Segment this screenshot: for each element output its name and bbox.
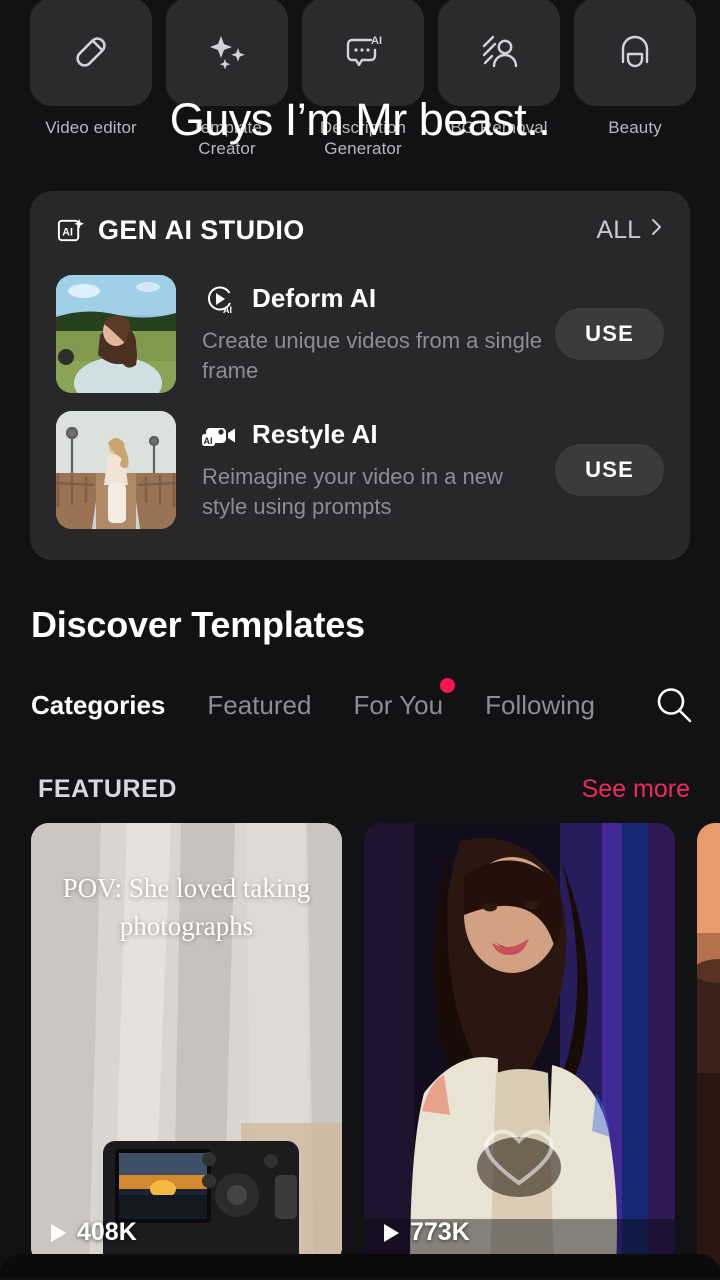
gen-ai-item-restyle[interactable]: AI Restyle AI Reimagine your video in a … (56, 402, 664, 538)
pencil-icon (67, 28, 115, 76)
gen-ai-studio-header: AI GEN AI STUDIO ALL (56, 215, 664, 246)
featured-section-label: FEATURED (38, 775, 178, 803)
tool-tile[interactable] (166, 0, 288, 106)
play-icon (384, 1223, 399, 1242)
play-count-label: 773K (410, 1218, 470, 1246)
tool-bg-removal[interactable]: BG Removal (438, 0, 560, 159)
tab-categories[interactable]: Categories (31, 690, 207, 721)
tab-label: Categories (31, 689, 166, 720)
search-icon[interactable] (652, 683, 696, 727)
tool-tile[interactable] (30, 0, 152, 106)
tool-tile[interactable]: AI (302, 0, 424, 106)
tool-label: Beauty (608, 118, 662, 137)
card-play-count: 773K (384, 1218, 470, 1247)
ai-item-info: AI Restyle AI Reimagine your video in a … (176, 419, 555, 522)
person-bg-removal-icon (475, 28, 523, 76)
face-beauty-icon (611, 28, 659, 76)
svg-text:AI: AI (62, 226, 73, 238)
tab-label: Featured (207, 689, 312, 720)
tool-description-generator[interactable]: AI Description Generator (302, 0, 424, 159)
chat-ai-icon: AI (339, 28, 387, 76)
template-card[interactable]: POV: She loved taking photographs 408K (31, 823, 342, 1265)
tool-tile[interactable] (574, 0, 696, 106)
ai-item-description: Reimagine your video in a new style usin… (202, 463, 503, 519)
tab-for-you[interactable]: For You (353, 677, 485, 721)
tool-label: Template Creator (192, 118, 262, 158)
tool-label: BG Removal (450, 118, 548, 137)
card-play-count: 408K (51, 1218, 137, 1247)
use-button-deform[interactable]: USE (555, 308, 664, 360)
see-more-link[interactable]: See more (582, 775, 690, 804)
video-ai-icon: AI (202, 419, 238, 451)
ai-thumbnail[interactable] (56, 411, 176, 529)
discover-templates-title: Discover Templates (31, 604, 365, 645)
tab-featured[interactable]: Featured (207, 690, 353, 721)
discover-tabs: Categories Featured For You Following (0, 677, 720, 727)
ai-badge-icon: AI (56, 216, 85, 245)
tool-video-editor[interactable]: Video editor (30, 0, 152, 159)
tab-following[interactable]: Following (485, 690, 637, 721)
all-label: ALL (596, 216, 641, 244)
tool-tile[interactable] (438, 0, 560, 106)
tab-label: Following (485, 689, 595, 720)
bottom-nav-bar[interactable] (0, 1254, 720, 1278)
use-button-restyle[interactable]: USE (555, 444, 664, 496)
tab-label: For You (353, 689, 444, 720)
notification-dot (440, 677, 456, 693)
template-card[interactable] (697, 823, 720, 1265)
tool-template-creator[interactable]: Template Creator (166, 0, 288, 159)
gen-ai-studio-title: GEN AI STUDIO (98, 215, 305, 245)
template-card[interactable]: 773K (364, 823, 675, 1265)
gen-ai-studio-all-button[interactable]: ALL (597, 216, 664, 245)
tool-label: Description Generator (319, 118, 407, 158)
chevron-right-icon (649, 216, 664, 245)
play-count-label: 408K (77, 1218, 137, 1246)
featured-cards-row: POV: She loved taking photographs 408K 7… (31, 823, 720, 1265)
card-overlay-text: POV: She loved taking photographs (62, 873, 311, 941)
gen-ai-item-deform[interactable]: AI Deform AI Create unique videos from a… (56, 266, 664, 402)
ai-item-name: Restyle AI (252, 419, 378, 449)
svg-text:AI: AI (371, 35, 382, 47)
featured-header: FEATURED See more (38, 775, 690, 804)
svg-text:AI: AI (204, 436, 213, 446)
tool-beauty[interactable]: Beauty (574, 0, 696, 159)
ai-item-description: Create unique videos from a single frame (202, 327, 542, 383)
ai-thumbnail[interactable] (56, 275, 176, 393)
play-ai-icon: AI (202, 283, 238, 315)
sparkles-icon (203, 28, 251, 76)
svg-text:AI: AI (223, 305, 232, 315)
play-icon (51, 1223, 66, 1242)
ai-item-name: Deform AI (252, 283, 377, 313)
gen-ai-studio-panel: AI GEN AI STUDIO ALL AI Deform AI Create… (30, 191, 690, 560)
tools-row: Video editor Template Creator AI Descrip… (0, 0, 720, 159)
tool-label: Video editor (45, 118, 137, 137)
card-thumbnail (364, 823, 675, 1265)
card-thumbnail (697, 823, 720, 1265)
ai-item-info: AI Deform AI Create unique videos from a… (176, 283, 555, 386)
